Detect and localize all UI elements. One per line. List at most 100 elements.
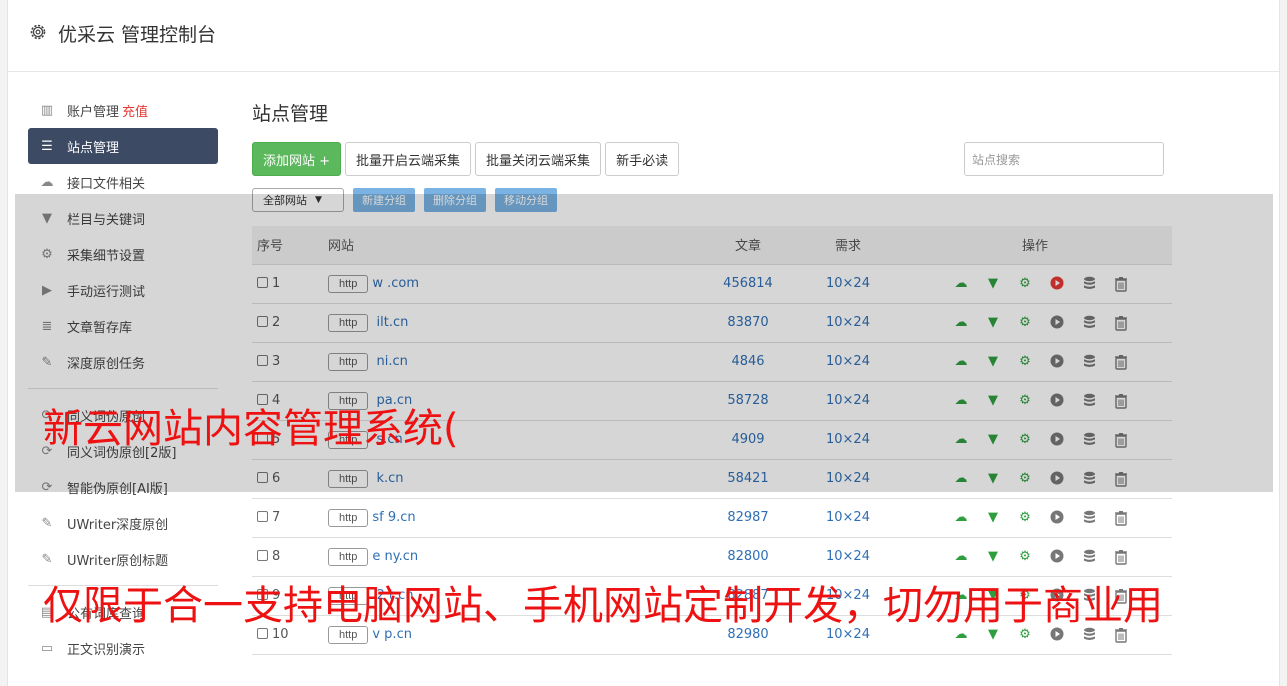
sidebar-item-12[interactable]: ✎ UWriter原创标题	[28, 541, 218, 577]
demand-value[interactable]: 10×24	[798, 381, 898, 421]
row-checkbox[interactable]	[257, 355, 268, 366]
filter-icon[interactable]: ▼	[985, 627, 1001, 643]
row-checkbox[interactable]	[257, 316, 268, 327]
play-circle-icon[interactable]	[1049, 432, 1065, 448]
demand-value[interactable]: 10×24	[798, 303, 898, 343]
cogs-icon[interactable]: ⚙	[1017, 510, 1033, 526]
articles-count[interactable]: 83870	[698, 303, 798, 343]
cloud-upload-icon[interactable]: ☁	[953, 393, 969, 409]
sidebar-item-6[interactable]: ≣ 文章暂存库	[28, 308, 218, 344]
play-circle-icon[interactable]	[1049, 393, 1065, 409]
filter-icon[interactable]: ▼	[985, 354, 1001, 370]
database-icon[interactable]	[1081, 471, 1097, 487]
site-link[interactable]: ilt.cn	[372, 315, 408, 330]
cogs-icon[interactable]: ⚙	[1017, 549, 1033, 565]
site-link[interactable]: s.cn	[372, 432, 402, 447]
cloud-upload-icon[interactable]: ☁	[953, 588, 969, 604]
database-icon[interactable]	[1081, 432, 1097, 448]
site-link[interactable]: sf 9.cn	[372, 510, 415, 525]
play-circle-icon[interactable]	[1049, 510, 1065, 526]
sidebar-item-5[interactable]: ▶ 手动运行测试	[28, 272, 218, 308]
site-link[interactable]: e ny.cn	[372, 549, 418, 564]
trash-icon[interactable]	[1113, 471, 1129, 487]
articles-count[interactable]: 58728	[698, 381, 798, 421]
site-link[interactable]: v p.cn	[372, 627, 412, 642]
cloud-upload-icon[interactable]: ☁	[953, 549, 969, 565]
row-checkbox[interactable]	[257, 472, 268, 483]
articles-count[interactable]: 82887	[698, 576, 798, 616]
filter-icon[interactable]: ▼	[985, 549, 1001, 565]
row-checkbox[interactable]	[257, 511, 268, 522]
newbie-guide-button[interactable]: 新手必读	[605, 142, 680, 176]
trash-icon[interactable]	[1113, 276, 1129, 292]
sidebar-item-4[interactable]: ⚙ 采集细节设置	[28, 236, 218, 272]
cogs-icon[interactable]: ⚙	[1017, 354, 1033, 370]
cloud-upload-icon[interactable]: ☁	[953, 432, 969, 448]
row-checkbox[interactable]	[257, 277, 268, 288]
filter-icon[interactable]: ▼	[985, 510, 1001, 526]
trash-icon[interactable]	[1113, 588, 1129, 604]
database-icon[interactable]	[1081, 627, 1097, 643]
articles-count[interactable]: 82980	[698, 615, 798, 655]
filter-icon[interactable]: ▼	[985, 471, 1001, 487]
site-link[interactable]: w .com	[372, 276, 419, 291]
demand-value[interactable]: 10×24	[798, 420, 898, 460]
site-link[interactable]: 2 t.cn	[372, 588, 413, 603]
filter-icon[interactable]: ▼	[985, 276, 1001, 292]
filter-icon[interactable]: ▼	[985, 393, 1001, 409]
play-circle-icon[interactable]	[1049, 276, 1065, 292]
site-link[interactable]: pa.cn	[372, 393, 412, 408]
articles-count[interactable]: 82800	[698, 537, 798, 577]
cogs-icon[interactable]: ⚙	[1017, 432, 1033, 448]
sidebar-item-2[interactable]: ☁ 接口文件相关	[28, 164, 218, 200]
trash-icon[interactable]	[1113, 549, 1129, 565]
filter-icon[interactable]: ▼	[985, 588, 1001, 604]
row-checkbox[interactable]	[257, 589, 268, 600]
cloud-upload-icon[interactable]: ☁	[953, 354, 969, 370]
database-icon[interactable]	[1081, 354, 1097, 370]
cogs-icon[interactable]: ⚙	[1017, 588, 1033, 604]
batch-open-cloud-button[interactable]: 批量开启云端采集	[345, 142, 472, 176]
demand-value[interactable]: 10×24	[798, 537, 898, 577]
filter-icon[interactable]: ▼	[985, 315, 1001, 331]
trash-icon[interactable]	[1113, 627, 1129, 643]
cogs-icon[interactable]: ⚙	[1017, 276, 1033, 292]
articles-count[interactable]: 4909	[698, 420, 798, 460]
demand-value[interactable]: 10×24	[798, 615, 898, 655]
play-circle-icon[interactable]	[1049, 627, 1065, 643]
cogs-icon[interactable]: ⚙	[1017, 627, 1033, 643]
sidebar-item-1[interactable]: ☰ 站点管理	[28, 128, 218, 164]
sidebar-item-8[interactable]: ⟳ 同义词伪原创	[28, 397, 218, 433]
move-group-button[interactable]: 移动分组	[495, 188, 557, 212]
articles-count[interactable]: 82987	[698, 498, 798, 538]
site-link[interactable]: k.cn	[372, 471, 403, 486]
trash-icon[interactable]	[1113, 432, 1129, 448]
row-checkbox[interactable]	[257, 394, 268, 405]
cogs-icon[interactable]: ⚙	[1017, 315, 1033, 331]
sidebar-item-10[interactable]: ⟳ 智能伪原创[AI版]	[28, 469, 218, 505]
sidebar-item-11[interactable]: ✎ UWriter深度原创	[28, 505, 218, 541]
sidebar-item-0[interactable]: ▥ 账户管理 充值	[28, 92, 218, 128]
sidebar-item-13[interactable]: ▤ 公有词库查询	[28, 594, 218, 630]
demand-value[interactable]: 10×24	[798, 576, 898, 616]
articles-count[interactable]: 58421	[698, 459, 798, 499]
add-site-button[interactable]: 添加网站 +	[252, 142, 342, 176]
database-icon[interactable]	[1081, 549, 1097, 565]
cloud-upload-icon[interactable]: ☁	[953, 510, 969, 526]
cloud-upload-icon[interactable]: ☁	[953, 276, 969, 292]
recharge-link[interactable]: 充值	[122, 101, 148, 120]
cloud-upload-icon[interactable]: ☁	[953, 315, 969, 331]
trash-icon[interactable]	[1113, 315, 1129, 331]
row-checkbox[interactable]	[257, 628, 268, 639]
cogs-icon[interactable]: ⚙	[1017, 393, 1033, 409]
cloud-upload-icon[interactable]: ☁	[953, 471, 969, 487]
play-circle-icon[interactable]	[1049, 549, 1065, 565]
demand-value[interactable]: 10×24	[798, 498, 898, 538]
demand-value[interactable]: 10×24	[798, 459, 898, 499]
trash-icon[interactable]	[1113, 354, 1129, 370]
cogs-icon[interactable]: ⚙	[1017, 471, 1033, 487]
play-circle-icon[interactable]	[1049, 315, 1065, 331]
site-link[interactable]: ni.cn	[372, 354, 407, 369]
articles-count[interactable]: 456814	[698, 264, 798, 304]
row-checkbox[interactable]	[257, 433, 268, 444]
